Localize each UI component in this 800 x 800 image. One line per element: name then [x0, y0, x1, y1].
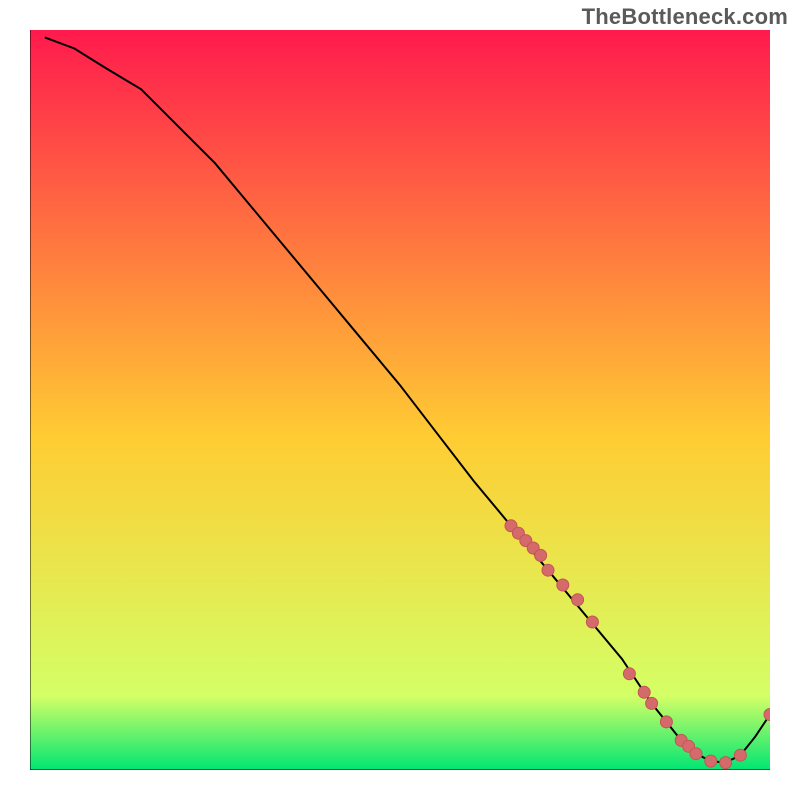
- data-marker: [572, 594, 584, 606]
- data-marker: [535, 549, 547, 561]
- data-marker: [705, 755, 717, 767]
- data-marker: [690, 748, 702, 760]
- data-marker: [586, 616, 598, 628]
- bottleneck-chart: [30, 30, 770, 770]
- data-marker: [646, 697, 658, 709]
- data-marker: [660, 716, 672, 728]
- chart-container: TheBottleneck.com: [0, 0, 800, 800]
- data-marker: [734, 749, 746, 761]
- data-marker: [638, 686, 650, 698]
- watermark-label: TheBottleneck.com: [582, 4, 788, 30]
- data-marker: [623, 668, 635, 680]
- data-marker: [542, 564, 554, 576]
- chart-background: [30, 30, 770, 770]
- data-marker: [557, 579, 569, 591]
- data-marker: [720, 757, 732, 769]
